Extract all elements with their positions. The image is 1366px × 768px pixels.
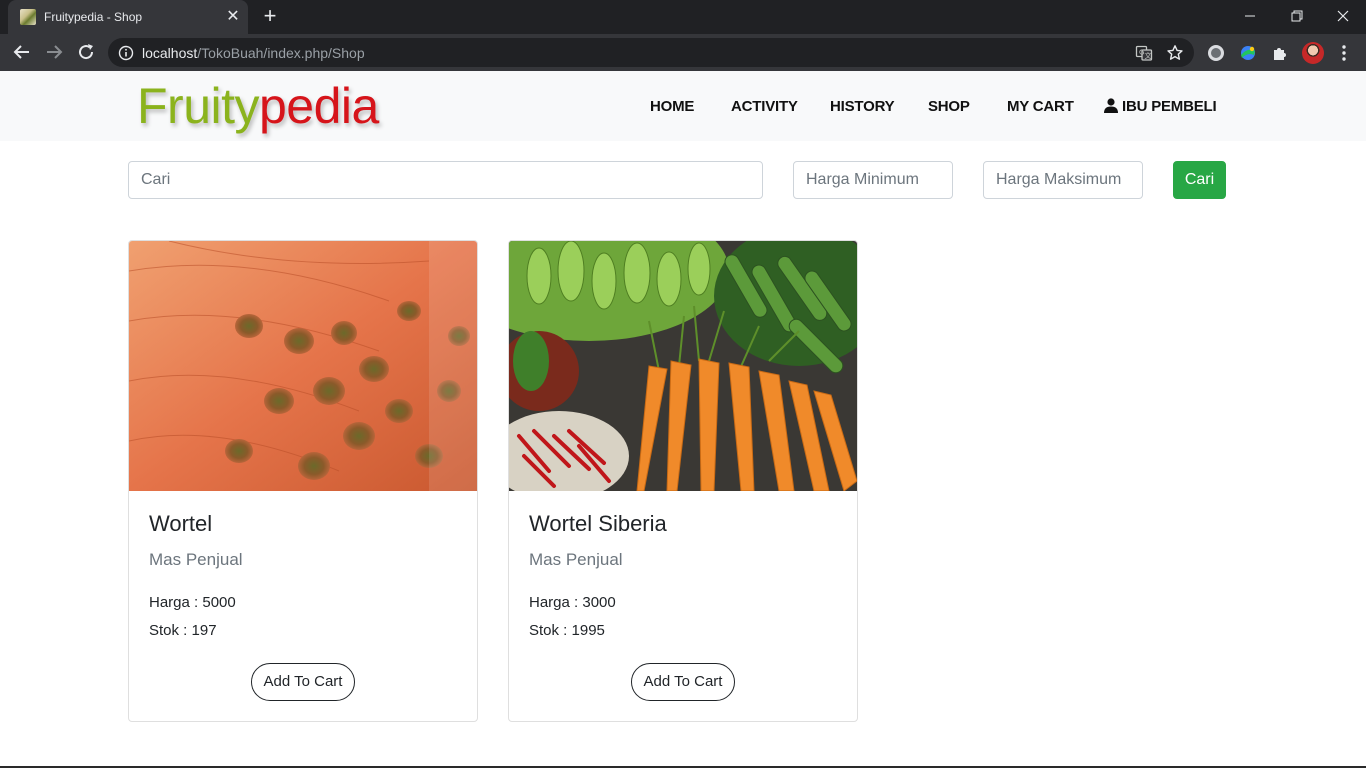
- site-info-icon[interactable]: [118, 45, 134, 61]
- translate-icon[interactable]: G文: [1135, 44, 1153, 62]
- product-seller: Mas Penjual: [149, 550, 243, 569]
- product-stock: Stok : 197: [149, 622, 217, 639]
- min-price-input[interactable]: [793, 161, 953, 199]
- extensions-puzzle-icon[interactable]: [1270, 43, 1290, 63]
- product-image-carrots: [129, 241, 477, 491]
- reload-icon[interactable]: [74, 40, 98, 64]
- add-to-cart-button[interactable]: Add To Cart: [251, 663, 355, 701]
- product-name: Wortel: [149, 511, 213, 536]
- nav-history[interactable]: HISTORY: [830, 98, 895, 115]
- browser-tab[interactable]: Fruitypedia - Shop ✕: [8, 0, 248, 34]
- logo-part-fruity: Fruity: [137, 78, 260, 134]
- product-seller: Mas Penjual: [529, 550, 623, 569]
- url-host: localhost: [142, 45, 198, 61]
- search-input[interactable]: [128, 161, 763, 199]
- nav-shop[interactable]: SHOP: [928, 98, 970, 115]
- bookmark-star-icon[interactable]: [1166, 44, 1184, 62]
- product-card: Wortel Mas Penjual Harga : 5000 Stok : 1…: [128, 240, 478, 722]
- add-to-cart-button[interactable]: Add To Cart: [631, 663, 735, 701]
- product-price: Harga : 5000: [149, 594, 236, 611]
- nav-home[interactable]: HOME: [650, 98, 694, 115]
- user-icon: [1104, 98, 1118, 113]
- nav-activity[interactable]: ACTIVITY: [731, 98, 798, 115]
- window-restore-icon[interactable]: [1283, 4, 1311, 28]
- new-tab-button[interactable]: +: [258, 5, 282, 29]
- nav-user-label: IBU PEMBELI: [1122, 98, 1217, 115]
- product-stock: Stok : 1995: [529, 622, 605, 639]
- max-price-input[interactable]: [983, 161, 1143, 199]
- browser-toolbar: localhost/TokoBuah/index.php/Shop G文: [0, 34, 1366, 71]
- browser-tab-strip: Fruitypedia - Shop ✕ +: [0, 0, 1366, 34]
- product-card: Wortel Siberia Mas Penjual Harga : 3000 …: [508, 240, 858, 722]
- address-bar[interactable]: localhost/TokoBuah/index.php/Shop G文: [108, 38, 1194, 67]
- site-navbar: Fruitypedia HOME ACTIVITY HISTORY SHOP M…: [0, 71, 1366, 141]
- search-button[interactable]: Cari: [1173, 161, 1226, 199]
- svg-text:文: 文: [1145, 51, 1152, 60]
- window-minimize-icon[interactable]: [1236, 4, 1264, 28]
- site-logo[interactable]: Fruitypedia: [137, 77, 379, 135]
- logo-part-pedia: pedia: [259, 78, 379, 134]
- url-path: /TokoBuah/index.php/Shop: [197, 45, 365, 61]
- extension-globe-icon[interactable]: [1238, 43, 1258, 63]
- browser-menu-icon[interactable]: [1335, 41, 1353, 65]
- tab-title: Fruitypedia - Shop: [44, 10, 143, 24]
- forward-arrow-icon[interactable]: [42, 40, 66, 64]
- product-image-vegetables: [509, 241, 857, 491]
- url-text: localhost/TokoBuah/index.php/Shop: [142, 45, 365, 61]
- profile-avatar[interactable]: [1302, 42, 1324, 64]
- nav-user-account[interactable]: IBU PEMBELI: [1104, 98, 1217, 115]
- tab-close-icon[interactable]: ✕: [224, 8, 242, 26]
- window-close-icon[interactable]: [1329, 4, 1357, 28]
- product-name: Wortel Siberia: [529, 511, 667, 536]
- back-arrow-icon[interactable]: [10, 40, 34, 64]
- site-favicon-icon: [20, 9, 36, 25]
- nav-my-cart[interactable]: MY CART: [1007, 98, 1074, 115]
- extension-record-icon[interactable]: [1206, 43, 1226, 63]
- product-price: Harga : 3000: [529, 594, 616, 611]
